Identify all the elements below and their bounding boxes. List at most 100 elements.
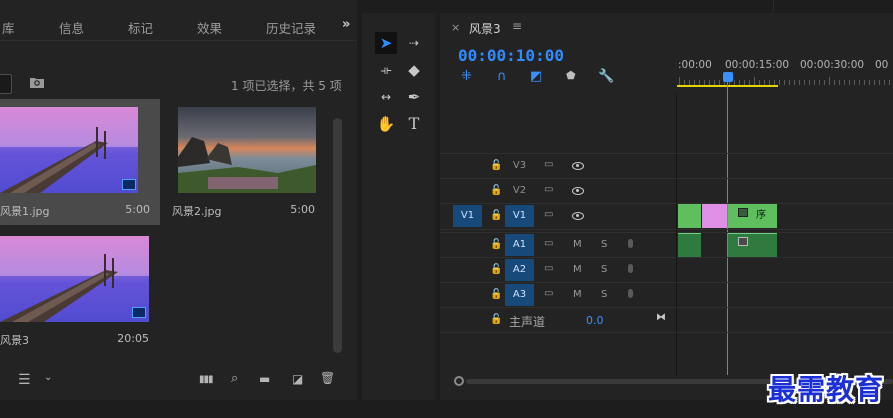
master-volume-value[interactable]: 0.0 [586,314,604,327]
lock-icon[interactable]: 🔓 [490,210,502,221]
divider [440,332,893,333]
add-marker-icon[interactable]: ⬟ [566,69,576,82]
hand-tool-icon[interactable]: ✋ [375,113,397,135]
source-patch-v1[interactable]: V1 [453,205,482,227]
tab-history[interactable]: 历史记录 [266,18,316,37]
trash-icon[interactable]: 🗑 [320,371,335,385]
lock-icon[interactable]: 🔓 [490,160,502,171]
find-in-bin-icon[interactable] [30,77,44,88]
track-name-a1[interactable]: A1 [505,234,534,256]
search-input[interactable] [0,74,12,94]
ruler-tick [809,80,810,85]
ruler-tick [874,80,875,85]
lock-icon[interactable]: 🔓 [490,289,502,300]
solo-button[interactable]: S [601,264,607,275]
type-tool-icon[interactable]: T [403,113,425,135]
mic-icon[interactable] [628,264,633,273]
mute-button[interactable]: M [573,239,582,250]
solo-button[interactable]: S [601,289,607,300]
tab-markers[interactable]: 标记 [128,18,153,37]
sync-lock-icon[interactable]: ▭ [544,288,553,299]
track-name-a2[interactable]: A2 [505,259,534,281]
slip-tool-icon[interactable]: ↔ [375,86,397,108]
close-icon[interactable]: × [451,21,460,34]
tab-info[interactable]: 信息 [59,18,84,37]
ruler-label: :00:00 [678,59,712,71]
fx-badge-icon [738,237,748,246]
divider [440,229,893,230]
sync-lock-icon[interactable]: ▭ [544,263,553,274]
linked-selection-icon[interactable]: ◩ [530,69,542,84]
menu-icon[interactable]: ≡ [512,19,522,33]
sync-lock-icon[interactable]: ▭ [544,159,553,170]
divider [440,153,893,154]
mute-button[interactable]: M [573,264,582,275]
track-name-v3[interactable]: V3 [505,155,534,177]
sequence-icon [132,307,146,318]
ripple-edit-tool-icon[interactable]: ⟛ [375,59,397,81]
project-item-3[interactable]: 风景3 20:05 [0,229,160,349]
nested-clip[interactable] [702,204,727,228]
scrollbar[interactable] [333,118,342,353]
ruler-tick [849,80,850,85]
lock-icon[interactable]: 🔓 [490,264,502,275]
ruler-tick [799,80,800,85]
playhead[interactable] [723,72,733,82]
time-ruler[interactable]: :00:00 00:00:15:00 00:00:30:00 00 [677,55,893,93]
project-item-2[interactable]: 风景2.jpg 5:00 [168,99,328,225]
ruler-tick [819,80,820,85]
sync-lock-icon[interactable]: ▭ [544,209,553,220]
ruler-tick [794,80,795,85]
track-name-v1[interactable]: V1 [505,205,534,227]
zoom-handle[interactable] [454,376,464,386]
search-icon[interactable]: ⌕ [231,371,238,386]
item-name: 风景2.jpg [172,205,222,218]
ruler-tick [884,80,885,85]
eye-icon[interactable] [572,162,584,170]
sync-lock-icon[interactable]: ▭ [544,238,553,249]
solo-button[interactable]: S [601,239,607,250]
lock-icon[interactable]: 🔓 [490,239,502,250]
mute-button[interactable]: M [573,289,582,300]
tab-library[interactable]: 库 [2,18,15,37]
video-clip[interactable] [678,204,701,228]
new-item-icon[interactable]: ◪ [292,372,303,386]
list-view-icon[interactable]: ☰ [18,372,31,388]
double-chevron-right-icon[interactable]: » [342,17,350,32]
ruler-tick [814,80,815,85]
automate-icon[interactable]: ▮▮▮ [199,374,213,385]
fx-badge-icon [738,208,748,217]
ruler-tick [879,80,880,85]
audio-clip[interactable] [678,233,701,257]
mic-icon[interactable] [628,289,633,298]
eye-icon[interactable] [572,212,584,220]
ruler-tick [844,80,845,85]
chevron-down-icon[interactable]: ⌄ [44,372,52,383]
selection-tool-icon[interactable]: ➤ [375,32,397,54]
sequence-tab-title[interactable]: 风景3 [469,20,501,37]
project-item-1[interactable]: 风景1.jpg 5:00 [0,99,160,225]
track-name-v2[interactable]: V2 [505,180,534,202]
go-to-in-out-icon[interactable]: ⧓ [656,312,666,323]
new-bin-icon[interactable]: ▬ [259,372,270,386]
tab-effects[interactable]: 效果 [197,18,222,37]
divider [440,257,893,258]
lock-icon[interactable]: 🔓 [490,185,502,196]
nest-icon[interactable]: ⁜ [461,69,472,84]
timecode-display[interactable]: 00:00:10:00 [458,46,564,65]
eye-icon[interactable] [572,187,584,195]
item-name: 风景3 [0,334,29,347]
mic-icon[interactable] [628,239,633,248]
item-duration: 5:00 [125,203,150,216]
track-name-a3[interactable]: A3 [505,284,534,306]
video-clip[interactable]: 序 [728,204,777,228]
audio-clip[interactable] [728,233,777,257]
sync-lock-icon[interactable]: ▭ [544,184,553,195]
track-select-tool-icon[interactable]: ⇢ [403,32,425,54]
pen-tool-icon[interactable]: ✒ [403,86,425,108]
razor-tool-icon[interactable]: ◆ [403,59,425,81]
wrench-icon[interactable]: 🔧 [598,69,614,84]
chevron-left-icon[interactable]: › [0,373,1,387]
snap-icon[interactable]: ∩ [497,69,507,84]
lock-icon[interactable]: 🔓 [490,314,502,325]
